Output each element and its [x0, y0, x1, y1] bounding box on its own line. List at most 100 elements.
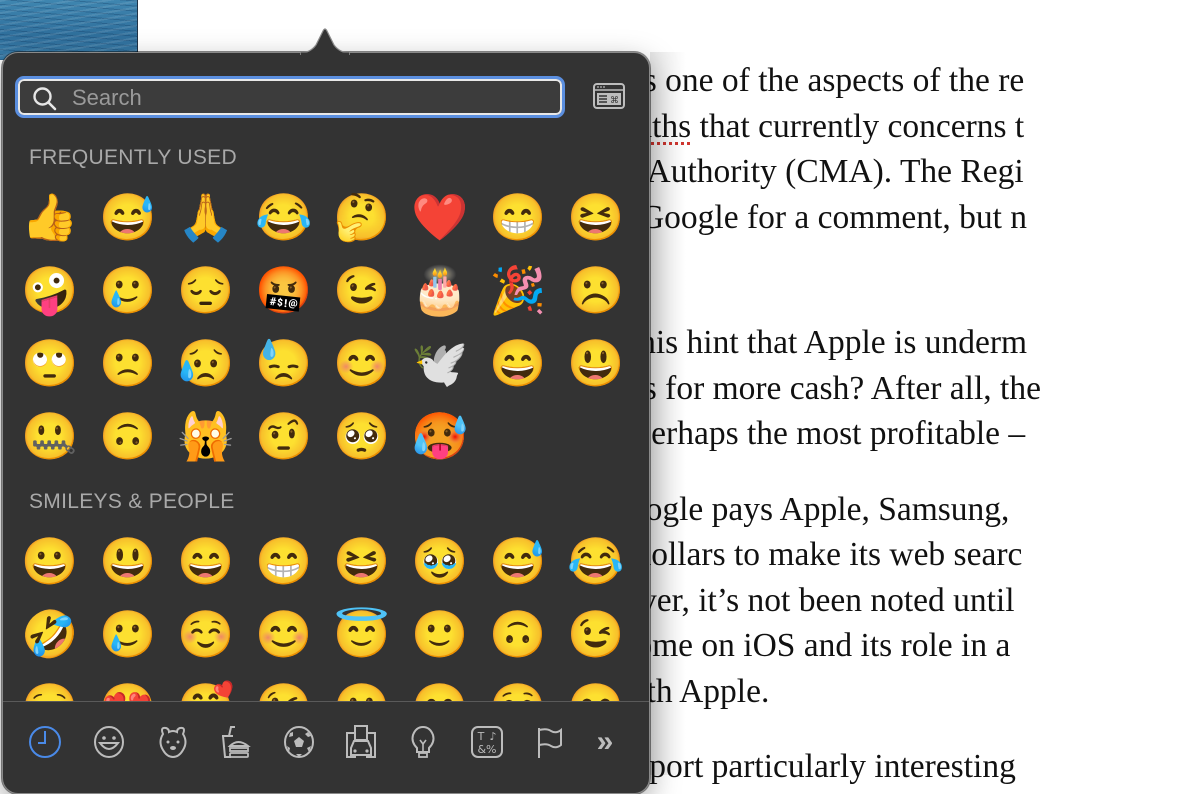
relieved-face-icon: 😌 — [21, 684, 78, 702]
lightbulb-icon — [411, 725, 435, 758]
kissing-face-with-closed-eyes-icon: 😚 — [489, 684, 546, 702]
emoji-thinking-face[interactable]: 🤔 — [323, 180, 401, 253]
emoji-upside-down-face[interactable]: 🙃 — [89, 399, 167, 472]
emoji-kissing-face-with-smiling-eyes[interactable]: 😙 — [401, 670, 479, 702]
emoji-face-with-raised-eyebrow[interactable]: 🤨 — [245, 399, 323, 472]
emoji-grinning-face-with-big-eyes[interactable]: 😃 — [557, 326, 635, 399]
emoji-grinning-face-with-smiling-eyes[interactable]: 😄 — [479, 326, 557, 399]
tab-recent[interactable] — [25, 722, 65, 762]
emoji-smiling-face-with-tear[interactable]: 🥲 — [89, 253, 167, 326]
emoji-kissing-face[interactable]: 😗 — [323, 670, 401, 702]
emoji-zany-face[interactable]: 🤪 — [11, 253, 89, 326]
emoji-grinning-face-with-big-eyes[interactable]: 😃 — [89, 524, 167, 597]
emoji-smiling-face-with-smiling-eyes[interactable]: 😊 — [323, 326, 401, 399]
thumbs-up-icon: 👍 — [21, 190, 79, 243]
emoji-grinning-squinting-face[interactable]: 😆 — [557, 180, 635, 253]
emoji-smiling-face-with-smiling-eyes[interactable]: 😊 — [245, 597, 323, 670]
desktop-wallpaper — [0, 0, 138, 60]
emoji-weary-cat[interactable]: 🙀 — [167, 399, 245, 472]
soccer-ball-icon — [284, 726, 314, 758]
red-heart-icon: ❤️ — [411, 190, 469, 243]
emoji-grinning-face-with-sweat[interactable]: 😅 — [89, 180, 167, 253]
face-with-tears-of-joy-icon: 😂 — [255, 190, 313, 243]
emoji-pleading-face[interactable]: 🥺 — [323, 399, 401, 472]
tab-symbols[interactable]: T ♪ &% — [467, 722, 507, 762]
emoji-picker-popover: ⌘ FREQUENTLY USED 👍 😅 🙏 😂 🤔 ❤️ 😁 😆 🤪 🥲 😔 🤬 😉 🎂 🎉 ☹️ 🙄 🙁 😥 😓… — [2, 52, 650, 794]
grinning-face-with-big-eyes-icon: 😃 — [99, 534, 157, 587]
svg-text:♪: ♪ — [489, 730, 496, 743]
emoji-face-with-tears-of-joy[interactable]: 😂 — [245, 180, 323, 253]
section-title-frequently-used: FREQUENTLY USED — [29, 146, 237, 169]
section-title-smileys-people: SMILEYS & PEOPLE — [29, 490, 235, 513]
emoji-winking-face[interactable]: 😉 — [323, 253, 401, 326]
hot-face-icon: 🥵 — [411, 409, 469, 462]
emoji-relieved-face[interactable]: 😌 — [11, 670, 89, 702]
sad-but-relieved-face-icon: 😥 — [177, 336, 235, 389]
emoji-downcast-face-with-sweat[interactable]: 😓 — [245, 326, 323, 399]
tab-more[interactable]: » — [585, 722, 625, 762]
emoji-smiling-face[interactable]: ☺️ — [167, 597, 245, 670]
grinning-face-with-sweat-icon: 😅 — [99, 190, 157, 243]
emoji-grinning-face-with-sweat[interactable]: 😅 — [479, 524, 557, 597]
folded-hands-icon: 🙏 — [177, 190, 235, 243]
emoji-party-popper[interactable]: 🎉 — [479, 253, 557, 326]
tab-food-drink[interactable] — [215, 722, 255, 762]
zany-face-icon: 🤪 — [21, 263, 79, 316]
emoji-grid-smileys-people: 😀 😃 😄 😁 😆 🥹 😅 😂 🤣 🥲 ☺️ 😊 😇 🙂 🙃 😉 😌 😍 🥰 😘 😗 😙 😚 😋 — [11, 524, 635, 702]
car-building-icon — [346, 725, 376, 758]
emoji-winking-face[interactable]: 😉 — [557, 597, 635, 670]
emoji-birthday-cake[interactable]: 🎂 — [401, 253, 479, 326]
emoji-grinning-face[interactable]: 😀 — [11, 524, 89, 597]
tab-objects[interactable] — [403, 722, 443, 762]
emoji-pensive-face[interactable]: 😔 — [167, 253, 245, 326]
tab-activity[interactable] — [279, 722, 319, 762]
emoji-smiling-face-with-halo[interactable]: 😇 — [323, 597, 401, 670]
bear-icon — [159, 726, 187, 759]
emoji-face-with-tears-of-joy[interactable]: 😂 — [557, 524, 635, 597]
emoji-grinning-squinting-face[interactable]: 😆 — [323, 524, 401, 597]
pensive-face-icon: 😔 — [177, 263, 235, 316]
emoji-smiling-face-with-tear[interactable]: 🥲 — [89, 597, 167, 670]
emoji-face-holding-back-tears[interactable]: 🥹 — [401, 524, 479, 597]
popover-shadow — [650, 52, 686, 775]
face-with-symbols-on-mouth-icon: 🤬 — [255, 263, 313, 316]
emoji-slightly-frowning-face[interactable]: 🙁 — [89, 326, 167, 399]
emoji-thumbs-up[interactable]: 👍 — [11, 180, 89, 253]
emoji-red-heart[interactable]: ❤️ — [401, 180, 479, 253]
symbols-icon: T ♪ &% — [471, 726, 503, 758]
emoji-face-blowing-a-kiss[interactable]: 😘 — [245, 670, 323, 702]
emoji-upside-down-face[interactable]: 🙃 — [479, 597, 557, 670]
emoji-slightly-smiling-face[interactable]: 🙂 — [401, 597, 479, 670]
keyboard-viewer-icon[interactable]: ⌘ — [593, 83, 625, 109]
emoji-face-with-rolling-eyes[interactable]: 🙄 — [11, 326, 89, 399]
double-chevron-right-icon: » — [596, 725, 614, 758]
tab-smileys-people[interactable] — [89, 722, 129, 762]
emoji-grid-frequently-used: 👍 😅 🙏 😂 🤔 ❤️ 😁 😆 🤪 🥲 😔 🤬 😉 🎂 🎉 ☹️ 🙄 🙁 😥 😓 😊 🕊️ 😄 😃 🤐 🙃 🙀 🤨 🥺 🥵 — [11, 180, 635, 472]
emoji-frowning-face[interactable]: ☹️ — [557, 253, 635, 326]
pleading-face-icon: 🥺 — [333, 409, 391, 462]
emoji-smiling-face-with-hearts[interactable]: 🥰 — [167, 670, 245, 702]
emoji-beaming-face[interactable]: 😁 — [479, 180, 557, 253]
search-input[interactable] — [70, 82, 554, 114]
emoji-sad-but-relieved-face[interactable]: 😥 — [167, 326, 245, 399]
doc-text: that currently concerns t — [691, 107, 1025, 145]
emoji-dove[interactable]: 🕊️ — [401, 326, 479, 399]
thinking-face-icon: 🤔 — [333, 190, 391, 243]
emoji-hot-face[interactable]: 🥵 — [401, 399, 479, 472]
tab-flags[interactable] — [529, 722, 569, 762]
kissing-face-icon: 😗 — [333, 684, 390, 702]
emoji-zipper-mouth-face[interactable]: 🤐 — [11, 399, 89, 472]
emoji-face-with-symbols-on-mouth[interactable]: 🤬 — [245, 253, 323, 326]
emoji-beaming-face[interactable]: 😁 — [245, 524, 323, 597]
search-row: ⌘ — [15, 76, 635, 118]
emoji-grinning-face-with-smiling-eyes[interactable]: 😄 — [167, 524, 245, 597]
emoji-smiling-face-with-heart-eyes[interactable]: 😍 — [89, 670, 167, 702]
face-with-tears-of-joy-icon: 😂 — [567, 534, 625, 587]
emoji-kissing-face-with-closed-eyes[interactable]: 😚 — [479, 670, 557, 702]
emoji-face-savoring-food[interactable]: 😋 — [557, 670, 635, 702]
search-field[interactable] — [15, 76, 565, 118]
emoji-rolling-on-the-floor-laughing[interactable]: 🤣 — [11, 597, 89, 670]
tab-travel-places[interactable] — [341, 722, 381, 762]
tab-animals-nature[interactable] — [153, 722, 193, 762]
emoji-folded-hands[interactable]: 🙏 — [167, 180, 245, 253]
